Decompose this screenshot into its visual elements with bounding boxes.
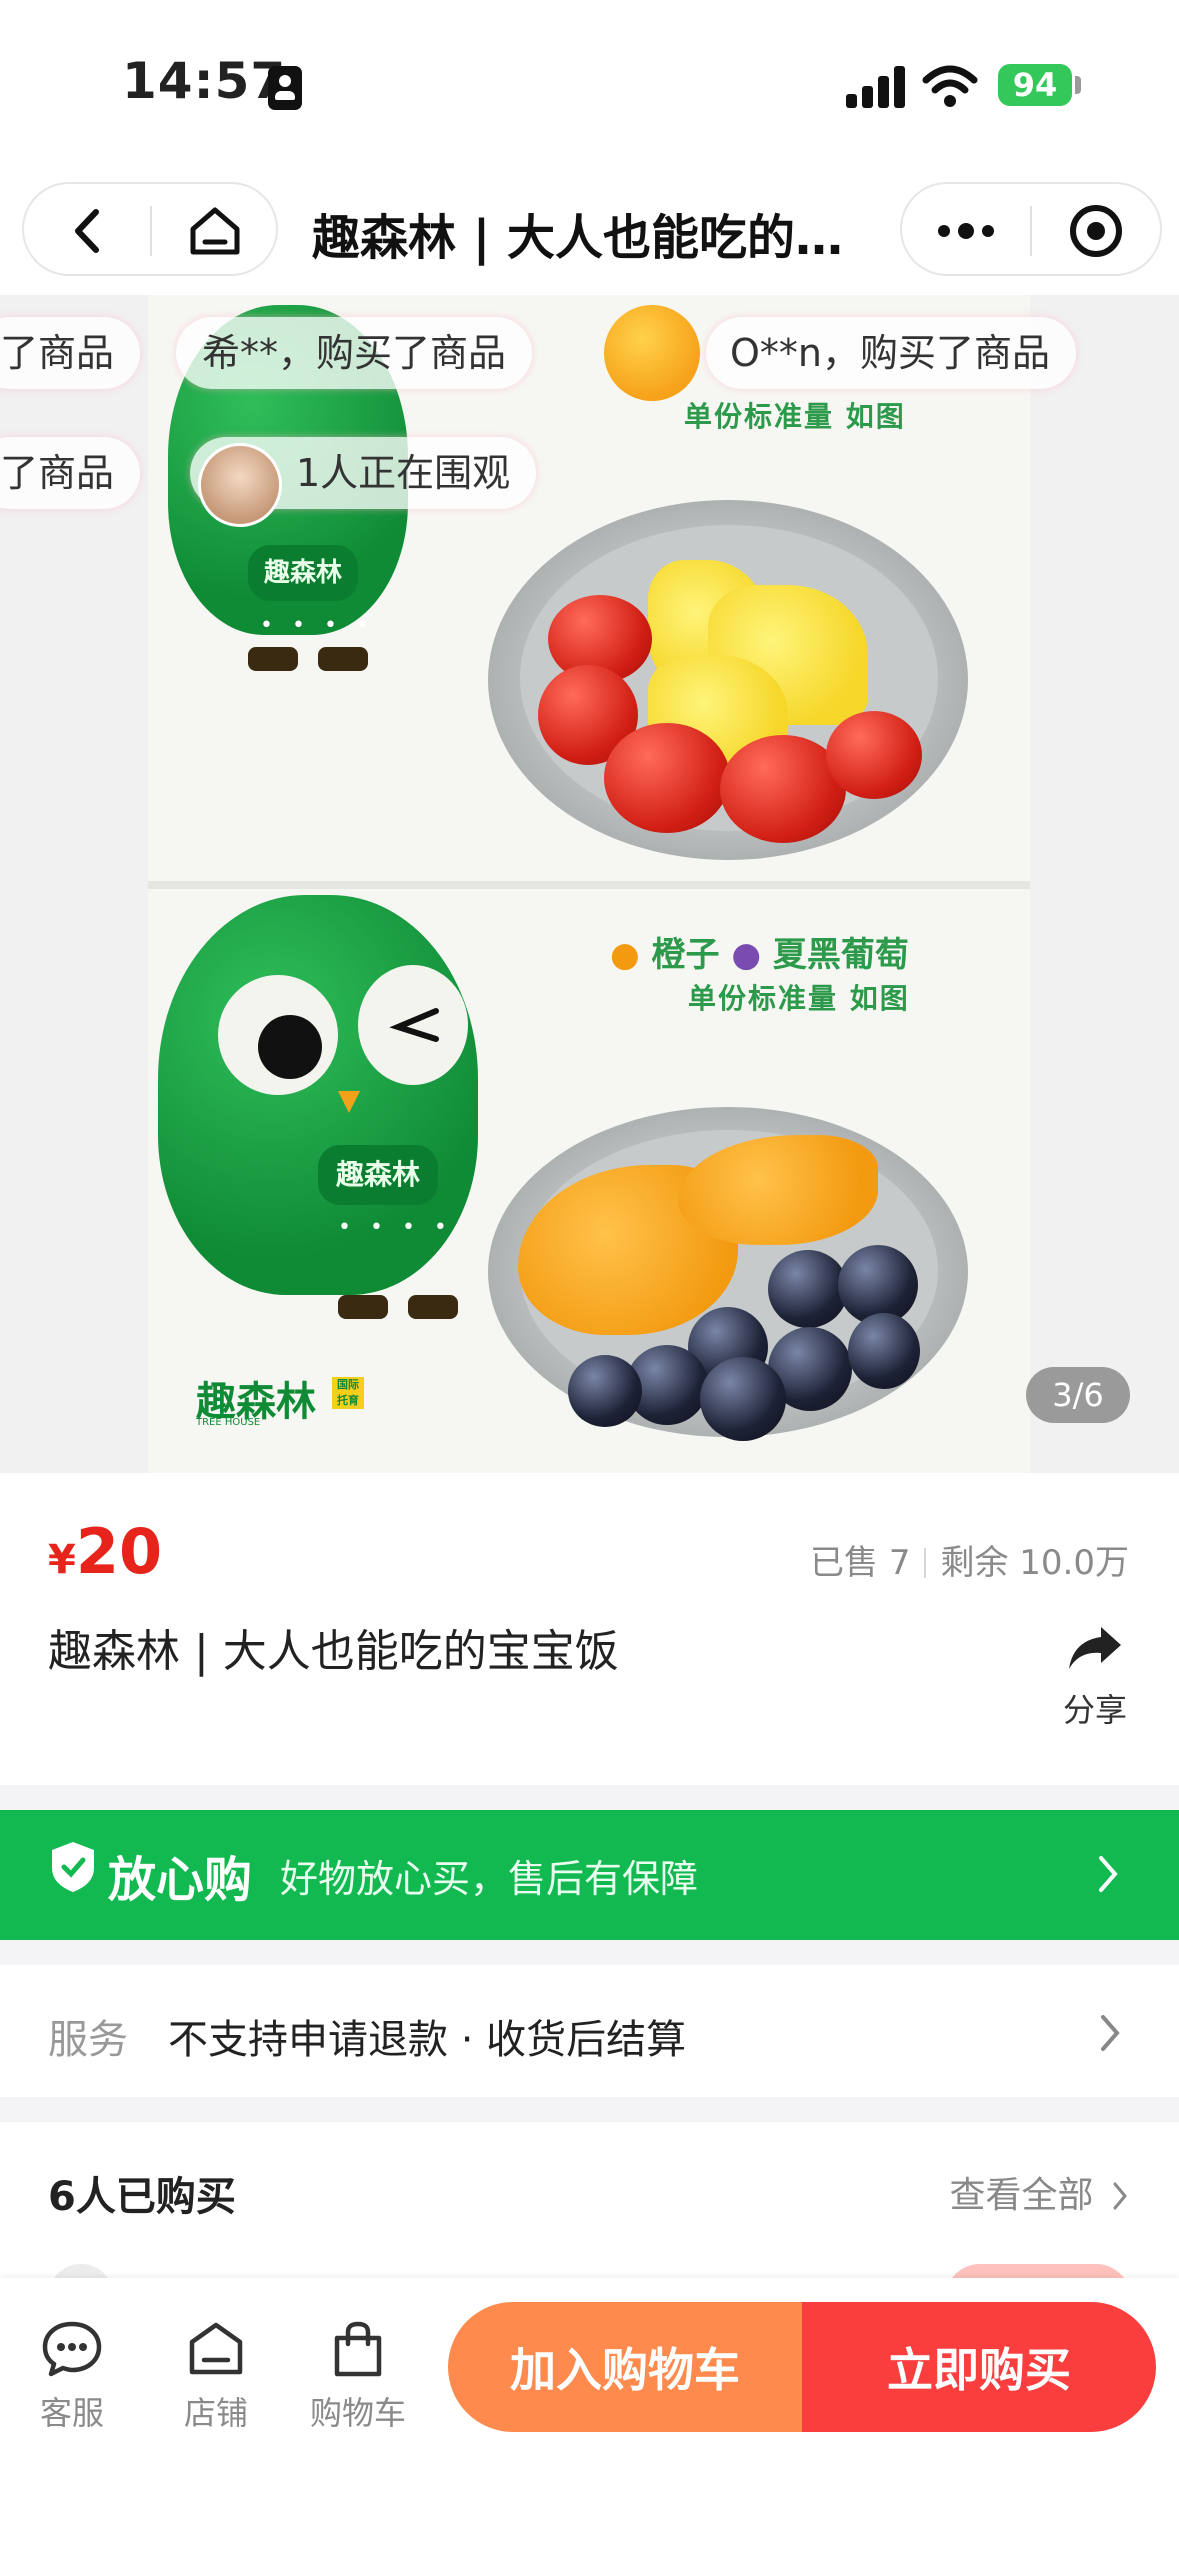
price-card: ¥20 已售 7 剩余 10.0万 趣森林 | 大人也能吃的宝宝饭 分享 — [0, 1473, 1179, 1785]
sold-count: 已售 7 — [810, 1543, 911, 1583]
battery-tip — [1075, 76, 1081, 94]
buyers-title: 6人已购买 — [48, 2174, 236, 2220]
fruit-orange-label: 橙子 — [651, 935, 720, 975]
assurance-text: 好物放心买，售后有保障 — [280, 1857, 699, 1901]
shield-icon — [52, 1842, 94, 1892]
photo-divider — [148, 881, 1030, 889]
assurance-title: 放心购 — [108, 1852, 253, 1908]
battery-icon: 94 — [998, 64, 1072, 106]
share-label: 分享 — [1062, 1691, 1127, 1729]
service-value: 不支持申请退款 · 收货后结算 — [168, 2017, 687, 2063]
buy-now-button[interactable]: 立即购买 — [802, 2302, 1156, 2432]
product-gallery[interactable]: 趣森林 • • • • 单份标准量 如图 趣森林 • • • • ● 橙子 ● … — [0, 295, 1179, 1473]
add-to-cart-button[interactable]: 加入购物车 — [448, 2302, 802, 2432]
page-title: 趣森林 | 大人也能吃的宝宝饭 — [312, 210, 872, 266]
view-all-link[interactable]: 查看全部 — [950, 2166, 1129, 2218]
tab-store[interactable]: 店铺 — [156, 2320, 276, 2434]
more-dots-icon — [938, 225, 950, 237]
currency-symbol: ¥ — [48, 1537, 76, 1583]
product-name: 趣森林 | 大人也能吃的宝宝饭 — [48, 1626, 619, 1677]
remaining-stock: 剩余 10.0万 — [940, 1543, 1129, 1583]
top-caption: 单份标准量 如图 — [684, 400, 906, 433]
close-miniprogram-button[interactable] — [1032, 184, 1160, 278]
purchase-bubble: 了商品 — [0, 437, 141, 509]
nav-capsule — [22, 182, 278, 276]
menu-capsule — [900, 182, 1162, 276]
cellular-signal-icon — [846, 64, 906, 108]
tab-label: 店铺 — [183, 2394, 248, 2432]
price-value: 20 — [75, 1515, 163, 1588]
tab-cart[interactable]: 购物车 — [298, 2320, 418, 2434]
tab-label: 客服 — [39, 2394, 104, 2432]
chat-icon — [42, 2321, 102, 2377]
brand-subtitle: TREE HOUSE — [196, 1417, 261, 1428]
chevron-right-icon — [1101, 2015, 1120, 2051]
tab-label: 购物车 — [309, 2394, 406, 2432]
target-icon — [1070, 205, 1122, 257]
home-icon — [190, 207, 240, 255]
status-time: 14:57 — [122, 52, 287, 110]
emoji-avatar — [604, 305, 700, 401]
purchase-bubble: 希**，购买了商品 — [176, 317, 533, 389]
service-row[interactable]: 服务 不支持申请退款 · 收货后结算 — [0, 1965, 1179, 2097]
chevron-left-icon — [75, 209, 99, 253]
chevron-right-icon — [1099, 1856, 1118, 1892]
owl-plate-label: 趣森林 — [248, 545, 358, 601]
purchase-bubble: O**n，购买了商品 — [706, 317, 1076, 389]
brand-tag: 国际托育 — [332, 1377, 364, 1409]
wifi-icon — [922, 65, 978, 107]
price: ¥20 — [48, 1515, 162, 1588]
chevron-right-icon — [1113, 2182, 1127, 2210]
bottom-caption-line1: ● 橙子 ● 夏黑葡萄 — [610, 935, 909, 975]
bag-icon — [334, 2321, 382, 2377]
viewer-avatar — [198, 443, 282, 527]
home-button[interactable] — [152, 184, 278, 278]
purchase-bubble: 了商品 — [0, 317, 141, 389]
owl-figure-bottom: 趣森林 • • • • — [158, 895, 478, 1325]
tab-customer-service[interactable]: 客服 — [12, 2320, 132, 2434]
product-page: 14:57 94 趣森林 | 大人也能吃的宝 趣森林 • • • • 单份标准量… — [0, 0, 1179, 2556]
viewer-count: 1人正在围观 — [296, 451, 511, 495]
share-icon — [1069, 1627, 1121, 1669]
assurance-banner[interactable]: 放心购 好物放心买，售后有保障 — [0, 1810, 1179, 1940]
fruit-grape-label: 夏黑葡萄 — [772, 935, 909, 975]
share-button[interactable]: 分享 — [1050, 1623, 1140, 1753]
more-button[interactable] — [902, 184, 1030, 278]
owl-plate-label-bottom: 趣森林 — [318, 1145, 438, 1205]
image-counter: 3/6 — [1026, 1367, 1130, 1423]
status-bar: 14:57 94 — [0, 0, 1179, 170]
back-button[interactable] — [24, 184, 150, 278]
service-label: 服务 — [48, 2017, 128, 2063]
bottom-caption-line2: 单份标准量 如图 — [688, 982, 910, 1015]
store-icon — [189, 2322, 243, 2375]
view-all-label: 查看全部 — [949, 2175, 1094, 2216]
navigation-bar: 趣森林 | 大人也能吃的宝宝饭 — [0, 170, 1179, 295]
bottom-action-bar: 客服 店铺 购物车 加入购物车 立即购买 — [0, 2278, 1179, 2556]
contact-card-icon — [268, 66, 302, 110]
sales-info: 已售 7 剩余 10.0万 — [810, 1535, 1129, 1584]
